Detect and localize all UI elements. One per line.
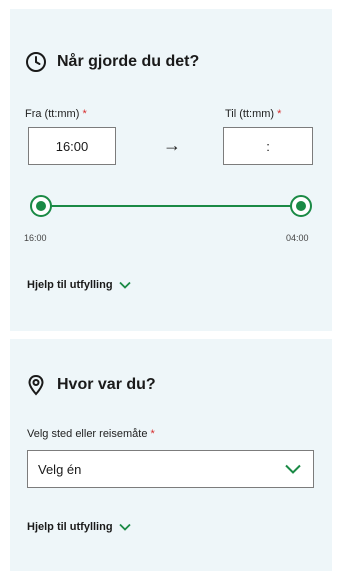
- to-time-input[interactable]: :: [223, 127, 313, 165]
- chevron-down-icon: [118, 281, 131, 289]
- required-marker: *: [82, 108, 87, 120]
- place-select[interactable]: Velg én: [27, 450, 314, 488]
- clock-icon: [25, 51, 47, 73]
- time-range-track: [40, 205, 302, 207]
- required-marker: *: [277, 108, 282, 120]
- help-toggle-time[interactable]: Hjelp til utfylling: [27, 279, 131, 291]
- required-marker: *: [150, 428, 155, 440]
- place-section-title: Hvor var du?: [25, 374, 156, 396]
- time-section-heading: Når gjorde du det?: [57, 53, 200, 70]
- place-card: Hvor var du? Velg sted eller reisemåte *…: [10, 339, 332, 571]
- start-slider-handle[interactable]: [30, 195, 52, 217]
- chevron-down-icon: [118, 523, 131, 531]
- to-time-label: Til (tt:mm) *: [225, 108, 282, 120]
- chevron-down-icon: [285, 464, 301, 474]
- slider-end-label: 04:00: [286, 233, 309, 243]
- from-time-label: Fra (tt:mm) *: [25, 108, 87, 120]
- end-slider-handle[interactable]: [290, 195, 312, 217]
- location-pin-icon: [25, 374, 47, 396]
- place-select-value: Velg én: [38, 461, 82, 477]
- from-time-input[interactable]: 16:00: [28, 127, 116, 165]
- slider-start-label: 16:00: [24, 233, 47, 243]
- place-section-heading: Hvor var du?: [57, 376, 156, 393]
- arrow-right-icon: →: [163, 135, 181, 155]
- time-card: Når gjorde du det? Fra (tt:mm) * Til (tt…: [10, 9, 332, 331]
- help-toggle-place[interactable]: Hjelp til utfylling: [27, 521, 131, 533]
- time-section-title: Når gjorde du det?: [25, 51, 199, 73]
- place-select-label: Velg sted eller reisemåte *: [27, 428, 155, 440]
